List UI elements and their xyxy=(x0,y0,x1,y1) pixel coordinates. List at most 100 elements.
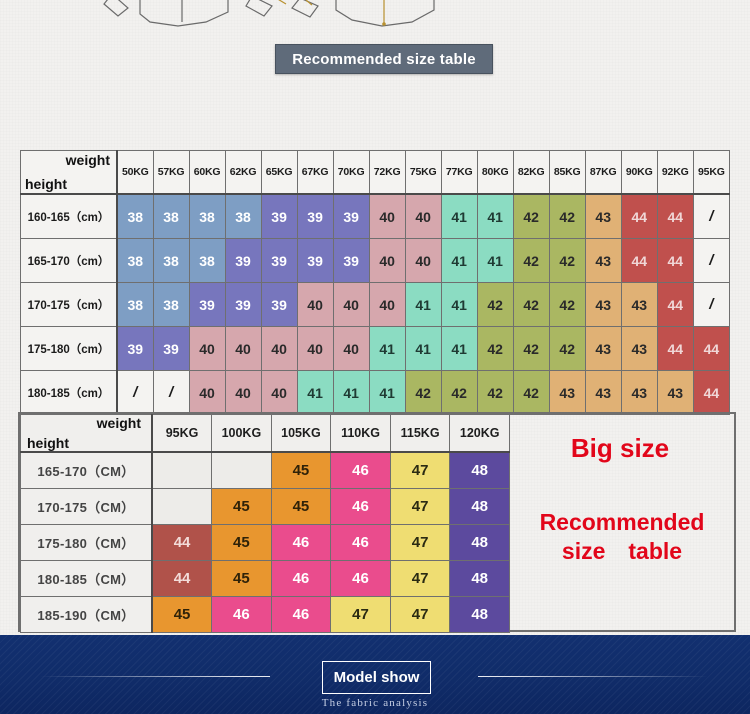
size-cell: 40 xyxy=(368,282,406,327)
weight-header-cell: 60KG xyxy=(188,150,226,195)
size-cell: 43 xyxy=(620,326,658,371)
table-row: 180-185（cm） //40 40 40 41 41 41 42 42 42 42 43 43 43 4… xyxy=(20,370,731,415)
size-cell: 41 xyxy=(440,282,478,327)
size-table-bigsize-wrap: weight height 95KG 100KG 105KG 110KG 115KG 120K… xyxy=(20,414,510,633)
big-size-caption: Big size xyxy=(570,433,670,463)
size-cell: 40 xyxy=(404,193,442,239)
size-cell: 48 xyxy=(449,488,510,525)
size-cell: 47 xyxy=(389,596,451,633)
size-cell: 38 xyxy=(152,238,190,283)
size-cell: 40 xyxy=(260,370,298,415)
size-cell: 48 xyxy=(449,524,510,561)
size-cell: 45 xyxy=(211,488,272,525)
recommended-size-line1: Recommended xyxy=(539,509,705,535)
size-cell: 41 xyxy=(476,238,514,283)
weight-header-cell: 85KG xyxy=(548,150,586,195)
size-cell: 46 xyxy=(330,451,391,489)
divider-right xyxy=(478,676,708,677)
size-cell: 46 xyxy=(270,596,332,633)
weight-header-cell: 92KG xyxy=(656,150,694,195)
table-header-row: weight height 50KG 57KG 60KG 62KG 65KG 67KG 70KG… xyxy=(20,150,731,195)
size-cell: 38 xyxy=(188,193,226,239)
size-cell: 40 xyxy=(368,238,406,283)
size-cell: 42 xyxy=(548,193,586,239)
weight-header-cell: 67KG xyxy=(296,150,334,195)
weight-header-cell: 70KG xyxy=(332,150,370,195)
size-cell: 43 xyxy=(620,370,658,415)
weight-header-cell: 65KG xyxy=(260,150,298,195)
size-cell: 43 xyxy=(584,326,622,371)
size-cell: / xyxy=(692,193,731,239)
height-label-cell: 170-175（CM） xyxy=(20,488,153,525)
table-header-row: weight height 95KG 100KG 105KG 110KG 115KG 120K… xyxy=(20,414,510,453)
size-cell: 40 xyxy=(296,326,334,371)
height-label-cell: 170-175（cm） xyxy=(20,282,118,327)
size-cell: 40 xyxy=(188,326,226,371)
model-show-band: Model show The fabric analysis xyxy=(0,635,750,714)
table-row: 170-175（CM） 45 45 46 47 48 xyxy=(20,488,510,525)
size-cell: 44 xyxy=(692,326,731,371)
weight-header-cell: 62KG xyxy=(224,150,262,195)
size-cell: 42 xyxy=(476,282,514,327)
size-cell: 48 xyxy=(449,596,510,633)
size-cell: 44 xyxy=(692,370,731,415)
size-cell: 41 xyxy=(368,326,406,371)
height-label-cell: 160-165（cm） xyxy=(20,193,118,239)
table-row: 165-170（CM） 45 46 47 48 xyxy=(20,451,510,489)
weight-header-cell: 90KG xyxy=(620,150,658,195)
size-cell: 47 xyxy=(389,488,451,525)
size-cell: 45 xyxy=(270,488,332,525)
size-cell: 45 xyxy=(211,524,272,561)
size-cell: 44 xyxy=(620,238,658,283)
size-cell: 38 xyxy=(152,193,190,239)
size-cell: 40 xyxy=(368,193,406,239)
size-cell: 41 xyxy=(440,238,478,283)
size-cell: 39 xyxy=(332,238,370,283)
corner-height-label: height xyxy=(27,435,69,451)
height-label-cell: 165-170（cm） xyxy=(20,238,118,283)
size-cell: 38 xyxy=(116,193,154,239)
size-cell: 40 xyxy=(224,326,262,371)
height-label-cell: 175-180（CM） xyxy=(20,524,153,561)
table-row: 185-190（CM） 45 46 46 47 47 48 xyxy=(20,596,510,633)
size-cell: 41 xyxy=(440,326,478,371)
size-chart-page: Recommended size table weight height 50KG 5… xyxy=(0,0,750,714)
size-cell: 44 xyxy=(620,193,658,239)
size-cell: 39 xyxy=(296,193,334,239)
table-row: 175-180（cm） 39 39 40 40 40 40 40 41 41 41 42 42 42 43 4… xyxy=(20,326,731,371)
weight-header-cell: 100KG xyxy=(211,414,272,453)
size-cell: 41 xyxy=(404,326,442,371)
header-corner-cell: weight height xyxy=(20,150,118,195)
weight-header-cell: 105KG xyxy=(270,414,332,453)
size-cell: 47 xyxy=(389,560,451,597)
size-cell: 44 xyxy=(656,282,694,327)
corner-weight-label: weight xyxy=(96,415,141,431)
size-cell: / xyxy=(152,370,190,415)
size-cell: 46 xyxy=(330,524,391,561)
size-cell: 38 xyxy=(224,193,262,239)
weight-header-cell: 75KG xyxy=(404,150,442,195)
size-cell: 38 xyxy=(116,282,154,327)
size-table-bigsize: weight height 95KG 100KG 105KG 110KG 115KG 120K… xyxy=(20,414,510,633)
size-cell: 39 xyxy=(260,282,298,327)
height-label-cell: 175-180（cm） xyxy=(20,326,118,371)
recommended-size-caption: Recommended size table xyxy=(508,508,736,566)
size-cell-empty xyxy=(151,488,213,525)
table-row: 160-165（cm） 38 38 38 38 39 39 39 40 40 41 41 42 42 43 4… xyxy=(20,193,731,239)
size-cell: 42 xyxy=(548,326,586,371)
size-cell: 39 xyxy=(224,282,262,327)
weight-header-cell: 50KG xyxy=(116,150,154,195)
size-cell: 43 xyxy=(548,370,586,415)
size-cell: 42 xyxy=(512,193,550,239)
size-cell: 43 xyxy=(584,238,622,283)
recommended-size-table-banner: Recommended size table xyxy=(275,44,493,74)
size-cell: / xyxy=(692,238,731,283)
size-cell: 45 xyxy=(151,596,213,633)
size-cell: 40 xyxy=(224,370,262,415)
size-cell: 42 xyxy=(512,238,550,283)
size-cell: 48 xyxy=(449,560,510,597)
corner-height-label: height xyxy=(25,176,67,192)
garment-sketch-icon xyxy=(103,0,435,27)
size-cell: / xyxy=(692,282,731,327)
height-label-cell: 180-185（CM） xyxy=(20,560,153,597)
